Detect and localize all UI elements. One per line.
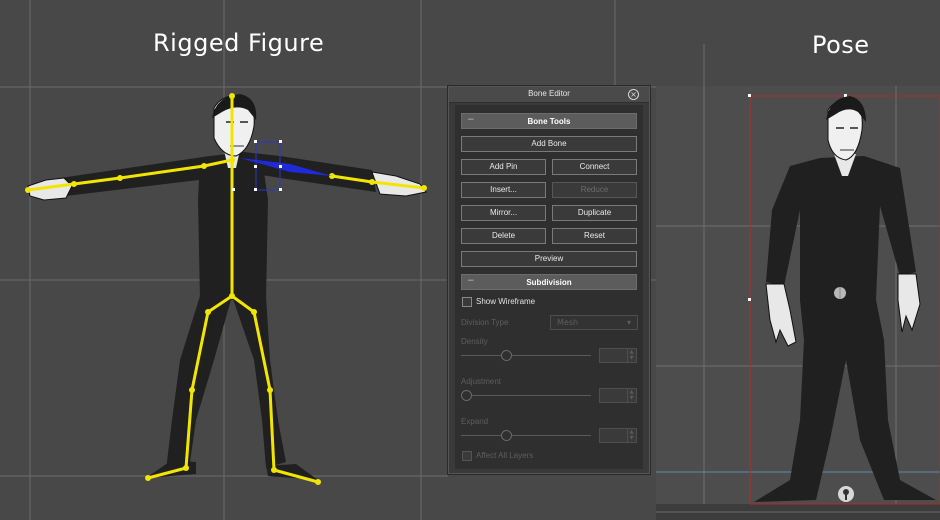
affect-all-layers-label: Affect All Layers	[476, 451, 534, 460]
density-label: Density	[461, 337, 488, 346]
panel-title: Bone Editor	[528, 89, 570, 98]
show-wireframe-label: Show Wireframe	[476, 297, 536, 306]
pose-title: Pose	[812, 31, 870, 59]
bone-editor-panel: Bone Editor × − Bone Tools Add Bone Add …	[448, 86, 650, 474]
panel-titlebar[interactable]: Bone Editor ×	[449, 87, 649, 103]
delete-button[interactable]: Delete	[461, 228, 546, 244]
density-slider-track[interactable]	[461, 355, 591, 356]
subdivision-header[interactable]: − Subdivision	[461, 274, 637, 290]
adjustment-slider-track[interactable]	[461, 395, 591, 396]
preview-button[interactable]: Preview	[461, 251, 637, 267]
connect-button[interactable]: Connect	[552, 159, 637, 175]
bone-tools-header-label: Bone Tools	[527, 117, 571, 126]
add-pin-button[interactable]: Add Pin	[461, 159, 546, 175]
mirror-button[interactable]: Mirror...	[461, 205, 546, 221]
expand-slider-knob[interactable]	[501, 430, 512, 441]
spin-arrows-icon[interactable]: ▲ ▼	[627, 389, 635, 402]
expand-spinbox[interactable]: ▲ ▼	[599, 428, 637, 443]
adjustment-slider-knob[interactable]	[461, 390, 472, 401]
rigged-figure[interactable]	[27, 94, 427, 480]
division-type-label: Division Type	[461, 318, 509, 327]
affect-all-layers-checkbox[interactable]	[462, 451, 472, 461]
spin-arrows-icon[interactable]: ▲ ▼	[627, 429, 635, 442]
expand-slider-track[interactable]	[461, 435, 591, 436]
insert-button[interactable]: Insert...	[461, 182, 546, 198]
spin-arrows-icon[interactable]: ▲ ▼	[627, 349, 635, 362]
rigged-figure-title: Rigged Figure	[153, 29, 325, 57]
division-type-select[interactable]: Mesh ▾	[550, 315, 638, 330]
show-wireframe-checkbox[interactable]	[462, 297, 472, 307]
adjustment-spinbox[interactable]: ▲ ▼	[599, 388, 637, 403]
pin-icon[interactable]	[838, 486, 854, 502]
reduce-button[interactable]: Reduce	[552, 182, 637, 198]
chevron-down-icon: ▾	[626, 318, 631, 327]
bone-tools-header[interactable]: − Bone Tools	[461, 113, 637, 129]
expand-label: Expand	[461, 417, 489, 426]
division-type-value: Mesh	[557, 318, 579, 327]
reset-button[interactable]: Reset	[552, 228, 637, 244]
density-slider-knob[interactable]	[501, 350, 512, 361]
subdivision-header-label: Subdivision	[526, 278, 572, 287]
duplicate-button[interactable]: Duplicate	[552, 205, 637, 221]
panel-body: − Bone Tools Add Bone Add Pin Connect In…	[455, 105, 643, 469]
adjustment-label: Adjustment	[461, 377, 502, 386]
add-bone-button[interactable]: Add Bone	[461, 136, 637, 152]
close-icon[interactable]: ×	[628, 89, 639, 100]
density-spinbox[interactable]: ▲ ▼	[599, 348, 637, 363]
